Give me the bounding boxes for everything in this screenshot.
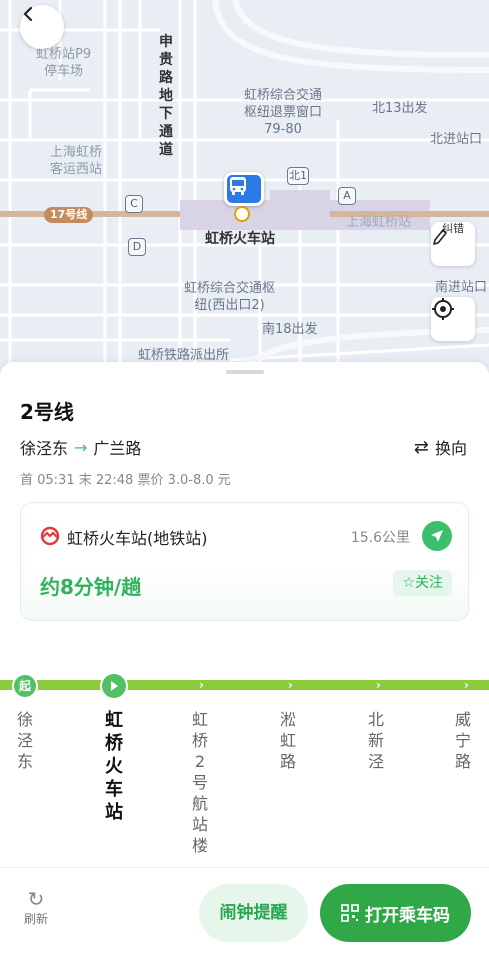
metro-station-dot [234,206,250,222]
map-label-p9-text: 虹桥站P9 停车场 [36,47,92,79]
stop-item[interactable]: 徐泾东 [14,709,36,772]
map-label-south18: 南18出发 [262,322,318,337]
line-bar [0,680,489,690]
map-label-shanghai-hongqiao: 上海虹桥站 [346,215,412,230]
open-ride-code-label: 打开乘车码 [365,905,450,926]
exit-a-badge: A [338,187,356,205]
current-stop-marker [100,672,128,700]
map-label-shen-gui-road: 申贵路地下通道 [159,34,173,158]
map-label-north-exit: 北进站口 [430,132,483,147]
map-label-bus-west-text: 上海虹桥 客运西站 [50,145,103,177]
open-ride-code-button[interactable]: 打开乘车码 [320,884,471,942]
map-label-south-exit: 南进站口 [435,280,488,295]
start-badge: 起 [12,673,38,699]
refresh-button[interactable]: ↻ 刷新 [20,888,52,927]
line-detail-sheet: 2号线 徐泾东 → 广兰路 ⇄ 换向 首 05:31 末 22:48 票价 3.… [0,362,489,953]
refresh-label: 刷新 [23,912,48,926]
exit-d-badge: D [128,238,146,256]
bus-icon [230,177,246,195]
map-label-north13: 北13出发 [372,101,428,116]
chevron-right-icon: › [199,678,204,692]
map-label-refund-window-text: 虹桥综合交通 枢纽退票窗口 79-80 [244,88,323,137]
map-label-west-exit2-text: 虹桥综合交通枢 纽(西出口2) [184,281,276,313]
map-label-refund-window: 虹桥综合交通 枢纽退票窗口 79-80 [244,87,322,138]
qr-code-icon [341,904,359,922]
map-label-p9: 虹桥站P9 停车场 [36,46,91,80]
stop-item[interactable]: 北新泾 [365,709,387,772]
locate-button[interactable] [431,297,475,341]
refresh-icon: ↻ [27,887,45,911]
route-17-badge: 17号线 [44,207,94,223]
bottom-action-bar: ↻ 刷新 闹钟提醒 打开乘车码 [0,867,489,953]
stop-item[interactable]: 威宁路 [452,709,474,772]
stop-item[interactable]: 虹桥2号航站楼 [189,709,211,856]
exit-c-badge: C [125,195,143,213]
stop-item[interactable]: 淞虹路 [277,709,299,772]
play-arrow-icon [111,681,118,691]
map-label-bus-west: 上海虹桥 客运西站 [50,144,102,178]
chevron-right-icon: › [376,678,381,692]
map-view[interactable]: 虹桥站P9 停车场 申贵路地下通道 虹桥综合交通 枢纽退票窗口 79-80 北1… [0,0,489,380]
map-label-station: 虹桥火车站 [205,231,275,247]
exit-north1-badge: 北1 [287,167,309,185]
back-button[interactable] [20,5,64,49]
edit-pen-icon [433,229,447,245]
chevron-right-icon: › [464,678,469,692]
stop-item-current[interactable]: 虹桥火车站 [102,709,126,824]
line-stops-strip: 起 › › › › 徐泾东 虹桥火车站 虹桥2号航站楼 淞虹路 北新泾 威宁路 [0,362,489,953]
chevron-left-icon [23,6,33,22]
station-pin[interactable] [224,172,264,206]
locate-icon [432,298,454,320]
map-label-west-exit2: 虹桥综合交通枢 纽(西出口2) [184,280,275,314]
fix-error-button[interactable]: 纠错 [431,222,475,266]
chevron-right-icon: › [288,678,293,692]
alarm-reminder-button[interactable]: 闹钟提醒 [199,884,308,942]
